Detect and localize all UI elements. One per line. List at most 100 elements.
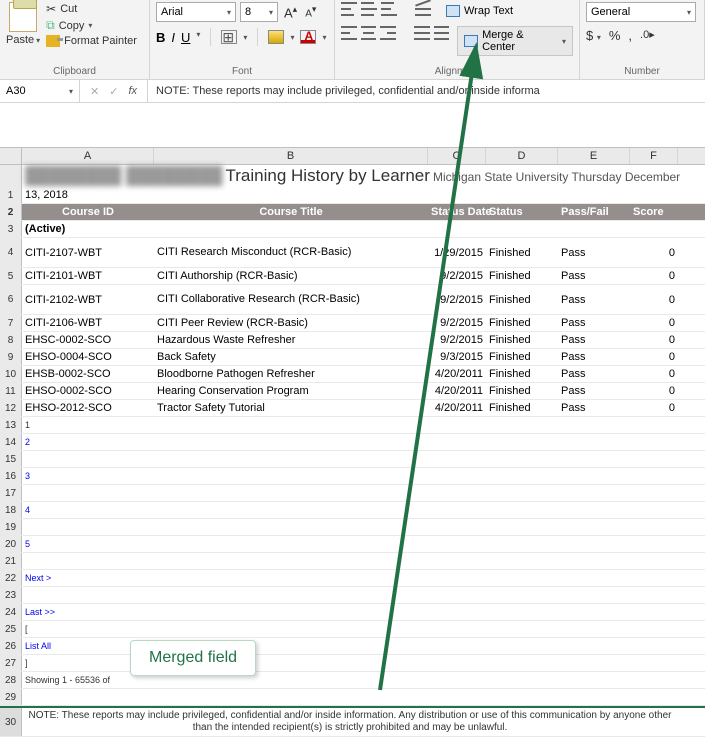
cell-course-title[interactable]: Hearing Conservation Program [154, 385, 428, 397]
borders-button[interactable] [221, 30, 237, 44]
cell-course-title[interactable]: CITI Collaborative Research (RCR-Basic) [154, 291, 428, 308]
cell-course-id[interactable]: EHSB-0002-SCO [22, 368, 154, 380]
cell-score[interactable]: 0 [630, 247, 678, 259]
cell-score[interactable]: 0 [630, 368, 678, 380]
cell-passfail[interactable]: Pass [558, 334, 630, 346]
section-active[interactable]: (Active) [22, 223, 154, 235]
cell-course-id[interactable]: CITI-2106-WBT [22, 317, 154, 329]
table-row[interactable]: 5CITI-2101-WBTCITI Authorship (RCR-Basic… [0, 268, 705, 285]
col-header-f[interactable]: F [630, 148, 678, 164]
cell-course-title[interactable]: CITI Authorship (RCR-Basic) [154, 270, 428, 282]
font-name-combo[interactable]: Arial▾ [156, 2, 236, 22]
column-headers[interactable]: A B C D E F [0, 147, 705, 165]
cell-date[interactable]: 9/2/2015 [428, 270, 486, 282]
col-header-c[interactable]: C [428, 148, 486, 164]
spreadsheet-grid[interactable]: A B C D E F ████████ ████████ Training H… [0, 147, 705, 737]
cell-course-id[interactable]: CITI-2101-WBT [22, 270, 154, 282]
italic-button[interactable]: I [171, 30, 175, 45]
col-header-e[interactable]: E [558, 148, 630, 164]
page-4-link[interactable]: 4 [22, 505, 154, 515]
cell-course-id[interactable]: CITI-2107-WBT [22, 247, 154, 259]
cut-button[interactable]: Cut [46, 2, 137, 16]
page-5-link[interactable]: 5 [22, 539, 154, 549]
copy-button[interactable]: Copy▾ [46, 18, 137, 33]
cell-course-id[interactable]: EHSO-0004-SCO [22, 351, 154, 363]
cell-score[interactable]: 0 [630, 294, 678, 306]
cell-status[interactable]: Finished [486, 294, 558, 306]
cell-passfail[interactable]: Pass [558, 294, 630, 306]
fx-icon[interactable]: fx [128, 85, 137, 97]
table-row[interactable]: 8EHSC-0002-SCOHazardous Waste Refresher9… [0, 332, 705, 349]
align-bottom-button[interactable] [381, 2, 397, 16]
cell-a1[interactable]: 13, 2018 [22, 189, 154, 201]
cell-course-title[interactable]: Hazardous Waste Refresher [154, 334, 428, 346]
table-row[interactable]: 11EHSO-0002-SCOHearing Conservation Prog… [0, 383, 705, 400]
cell-passfail[interactable]: Pass [558, 270, 630, 282]
number-format-combo[interactable]: General▾ [586, 2, 696, 22]
enter-icon[interactable]: ✓ [109, 85, 118, 98]
table-row[interactable]: 12EHSO-2012-SCOTractor Safety Tutorial4/… [0, 400, 705, 417]
page-2-link[interactable]: 2 [22, 437, 154, 447]
table-row[interactable]: 7CITI-2106-WBTCITI Peer Review (RCR-Basi… [0, 315, 705, 332]
last-link[interactable]: Last >> [22, 607, 154, 617]
cell-status[interactable]: Finished [486, 334, 558, 346]
align-middle-button[interactable] [361, 2, 377, 16]
align-left-button[interactable] [341, 26, 357, 40]
cell-course-title[interactable]: CITI Research Misconduct (RCR-Basic) [154, 244, 428, 261]
cell-course-id[interactable]: EHSO-2012-SCO [22, 402, 154, 414]
cell-status[interactable]: Finished [486, 270, 558, 282]
cell-date[interactable]: 4/20/2011 [428, 368, 486, 380]
cell-date[interactable]: 4/20/2011 [428, 402, 486, 414]
cell-score[interactable]: 0 [630, 385, 678, 397]
cell-passfail[interactable]: Pass [558, 385, 630, 397]
underline-button[interactable]: U [181, 30, 190, 45]
cell-course-id[interactable]: EHSC-0002-SCO [22, 334, 154, 346]
cell-passfail[interactable]: Pass [558, 247, 630, 259]
bold-button[interactable]: B [156, 30, 165, 45]
cell-status[interactable]: Finished [486, 402, 558, 414]
cell-course-id[interactable]: CITI-2102-WBT [22, 294, 154, 306]
note-merged-cell[interactable]: NOTE: These reports may include privileg… [22, 708, 678, 736]
cell-score[interactable]: 0 [630, 270, 678, 282]
cell-passfail[interactable]: Pass [558, 368, 630, 380]
align-center-button[interactable] [361, 26, 377, 40]
table-row[interactable]: 6CITI-2102-WBTCITI Collaborative Researc… [0, 285, 705, 315]
cell-score[interactable]: 0 [630, 351, 678, 363]
cell-status[interactable]: Finished [486, 368, 558, 380]
table-row[interactable]: 9EHSO-0004-SCOBack Safety9/3/2015Finishe… [0, 349, 705, 366]
table-row[interactable]: 4CITI-2107-WBTCITI Research Misconduct (… [0, 238, 705, 268]
font-color-button[interactable] [300, 30, 316, 44]
cell-status[interactable]: Finished [486, 247, 558, 259]
cell-course-title[interactable]: Back Safety [154, 351, 428, 363]
cell-status[interactable]: Finished [486, 351, 558, 363]
decrease-font-button[interactable]: A▾ [303, 4, 318, 19]
cell-passfail[interactable]: Pass [558, 351, 630, 363]
align-top-button[interactable] [341, 2, 357, 16]
orientation-button[interactable] [415, 2, 431, 16]
cell-status[interactable]: Finished [486, 317, 558, 329]
comma-button[interactable]: , [628, 28, 632, 43]
wrap-text-button[interactable]: Wrap Text [439, 2, 520, 20]
increase-indent-button[interactable] [434, 26, 450, 40]
cell-course-id[interactable]: EHSO-0002-SCO [22, 385, 154, 397]
cell-course-title[interactable]: Tractor Safety Tutorial [154, 402, 428, 414]
cell-date[interactable]: 9/3/2015 [428, 351, 486, 363]
col-header-a[interactable]: A [22, 148, 154, 164]
percent-button[interactable]: % [609, 28, 621, 43]
next-link[interactable]: Next > [22, 573, 154, 583]
increase-font-button[interactable]: A▴ [282, 4, 299, 20]
fill-color-button[interactable] [268, 30, 284, 44]
col-header-b[interactable]: B [154, 148, 428, 164]
cell-score[interactable]: 0 [630, 334, 678, 346]
cell-passfail[interactable]: Pass [558, 317, 630, 329]
col-header-d[interactable]: D [486, 148, 558, 164]
formula-input[interactable]: NOTE: These reports may include privileg… [148, 85, 548, 97]
showing-count[interactable]: Showing 1 - 65536 of [22, 675, 154, 685]
cell-passfail[interactable]: Pass [558, 402, 630, 414]
cell-score[interactable]: 0 [630, 317, 678, 329]
name-box[interactable]: A30▾ [0, 80, 80, 102]
cell-date[interactable]: 9/2/2015 [428, 317, 486, 329]
page-3-link[interactable]: 3 [22, 471, 154, 481]
cell-date[interactable]: 9/2/2015 [428, 334, 486, 346]
cell-status[interactable]: Finished [486, 385, 558, 397]
